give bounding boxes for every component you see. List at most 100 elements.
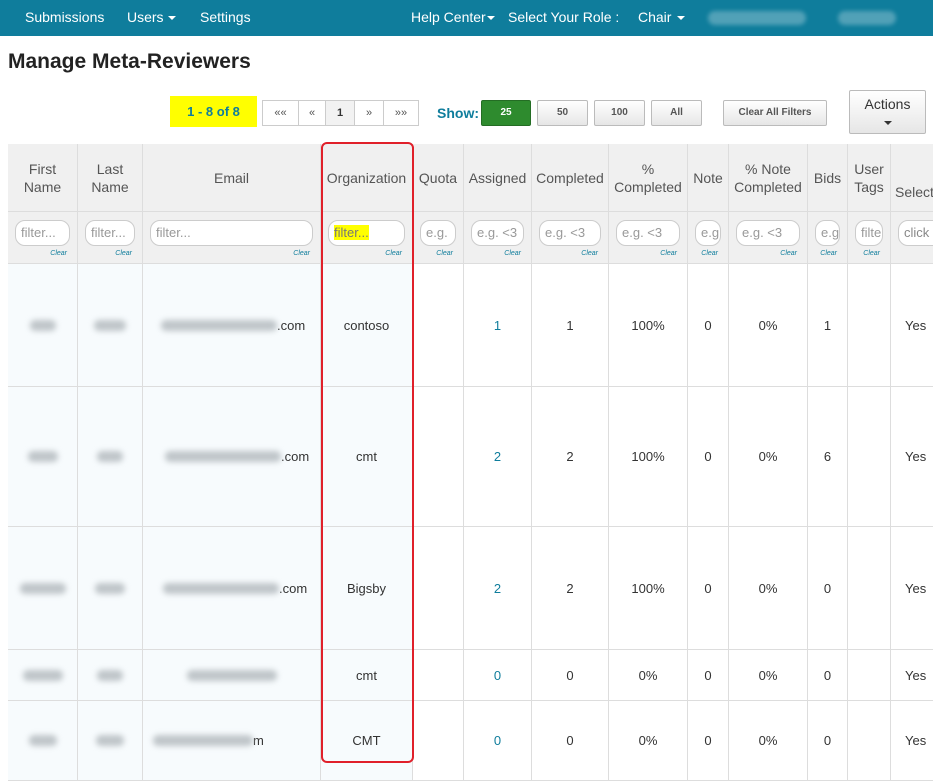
nav-users[interactable]: Users bbox=[127, 9, 176, 25]
clear-all-filters-button[interactable]: Clear All Filters bbox=[723, 100, 827, 126]
pager-last-button[interactable]: »» bbox=[383, 100, 419, 126]
filter-input-bids[interactable]: e.g bbox=[815, 220, 840, 246]
redacted-email bbox=[187, 669, 277, 681]
filter-input-user-tags[interactable]: filte bbox=[855, 220, 883, 246]
cell-last-name bbox=[78, 264, 143, 387]
cell-assigned[interactable]: 2 bbox=[464, 527, 532, 650]
cell-user-tags bbox=[848, 650, 891, 701]
cell-pct-note-completed: 0% bbox=[729, 701, 808, 781]
nav-settings[interactable]: Settings bbox=[200, 9, 251, 25]
role-dropdown[interactable]: Chair bbox=[638, 9, 686, 25]
filter-input-quota[interactable]: e.g. bbox=[420, 220, 456, 246]
filter-cell-email: filter... Clear bbox=[143, 212, 321, 264]
value-assigned[interactable]: 2 bbox=[494, 449, 501, 464]
cell-assigned[interactable]: 2 bbox=[464, 387, 532, 527]
table-row[interactable]: .com cmt 2 2 100% 0 0% 6 Yes bbox=[8, 387, 933, 527]
clear-filter-link[interactable]: Clear bbox=[863, 250, 880, 257]
table-row[interactable]: m CMT 0 0 0% 0 0% 0 Yes bbox=[8, 701, 933, 781]
filter-input-last-name[interactable]: filter... bbox=[85, 220, 135, 246]
show-100-button[interactable]: 100 bbox=[594, 100, 645, 126]
pager-next-button[interactable]: » bbox=[354, 100, 384, 126]
filter-input-assigned[interactable]: e.g. <3 bbox=[471, 220, 524, 246]
column-header-assigned[interactable]: Assigned bbox=[464, 144, 532, 212]
cell-bids: 0 bbox=[808, 650, 848, 701]
cell-assigned[interactable]: 0 bbox=[464, 650, 532, 701]
show-25-button[interactable]: 25 bbox=[481, 100, 531, 126]
nav-help-center-label: Help Center bbox=[411, 9, 486, 25]
redacted-email bbox=[165, 451, 281, 462]
cell-first-name bbox=[8, 387, 78, 527]
filter-cell-bids: e.g Clear bbox=[808, 212, 848, 264]
cell-quota bbox=[413, 650, 464, 701]
table-row[interactable]: cmt 0 0 0% 0 0% 0 Yes bbox=[8, 650, 933, 701]
column-header-quota[interactable]: Quota bbox=[413, 144, 464, 212]
clear-filter-link[interactable]: Clear bbox=[50, 250, 67, 257]
value-assigned[interactable]: 2 bbox=[494, 581, 501, 596]
column-header-last-name[interactable]: Last Name bbox=[78, 144, 143, 212]
value-bids: 0 bbox=[823, 733, 832, 748]
table-row[interactable]: .com contoso 1 1 100% 0 0% 1 Yes bbox=[8, 264, 933, 387]
pager-prev-button[interactable]: « bbox=[298, 100, 326, 126]
column-header-pct-note-completed[interactable]: % Note Completed bbox=[729, 144, 808, 212]
column-header-select[interactable]: Select bbox=[891, 144, 933, 212]
cell-pct-note-completed: 0% bbox=[729, 387, 808, 527]
role-dropdown-label: Chair bbox=[638, 9, 672, 25]
pager-page-1[interactable]: 1 bbox=[325, 100, 355, 126]
column-header-email[interactable]: Email bbox=[143, 144, 321, 212]
filter-input-note[interactable]: e.g bbox=[695, 220, 721, 246]
value-pct-completed: 100% bbox=[631, 317, 665, 333]
value-select: Yes bbox=[905, 733, 927, 748]
clear-filter-link[interactable]: Clear bbox=[581, 250, 598, 257]
show-50-button[interactable]: 50 bbox=[537, 100, 588, 126]
value-assigned[interactable]: 0 bbox=[494, 733, 501, 748]
chevron-down-icon bbox=[883, 121, 892, 125]
column-header-completed[interactable]: Completed bbox=[532, 144, 609, 212]
chevron-down-icon bbox=[677, 16, 686, 21]
cell-assigned[interactable]: 1 bbox=[464, 264, 532, 387]
filter-cell-quota: e.g. Clear bbox=[413, 212, 464, 264]
column-header-user-tags[interactable]: User Tags bbox=[848, 144, 891, 212]
column-header-note[interactable]: Note bbox=[688, 144, 729, 212]
clear-filter-link[interactable]: Clear bbox=[293, 250, 310, 257]
nav-help-center[interactable]: Help Center bbox=[411, 9, 495, 25]
cell-assigned[interactable]: 0 bbox=[464, 701, 532, 781]
filter-input-pct-note-completed[interactable]: e.g. <3 bbox=[736, 220, 800, 246]
filter-cell-first-name: filter... Clear bbox=[8, 212, 78, 264]
value-assigned[interactable]: 0 bbox=[494, 668, 501, 683]
filter-input-completed[interactable]: e.g. <3 bbox=[539, 220, 601, 246]
clear-filter-link[interactable]: Clear bbox=[436, 250, 453, 257]
clear-filter-link[interactable]: Clear bbox=[780, 250, 797, 257]
value-pct-completed: 100% bbox=[631, 449, 665, 464]
page-title: Manage Meta-Reviewers bbox=[8, 50, 251, 73]
filter-input-select[interactable]: click bbox=[898, 220, 933, 246]
column-header-pct-completed[interactable]: % Completed bbox=[609, 144, 688, 212]
value-assigned[interactable]: 1 bbox=[494, 318, 501, 333]
cell-first-name bbox=[8, 264, 78, 387]
cell-email bbox=[143, 650, 321, 701]
filter-input-email[interactable]: filter... bbox=[150, 220, 313, 246]
redacted-first-name bbox=[22, 669, 63, 681]
pager-first-button[interactable]: «« bbox=[262, 100, 299, 126]
redacted-user-info bbox=[708, 11, 806, 25]
redacted-user-menu[interactable] bbox=[838, 11, 896, 25]
show-label: Show: bbox=[437, 105, 479, 121]
show-all-button[interactable]: All bbox=[651, 100, 702, 126]
table-row[interactable]: .com Bigsby 2 2 100% 0 0% 0 Yes bbox=[8, 527, 933, 650]
cell-email: .com bbox=[143, 387, 321, 527]
value-completed: 0 bbox=[566, 733, 574, 748]
clear-filter-link[interactable]: Clear bbox=[701, 250, 718, 257]
column-header-bids[interactable]: Bids bbox=[808, 144, 848, 212]
filter-cell-assigned: e.g. <3 Clear bbox=[464, 212, 532, 264]
clear-filter-link[interactable]: Clear bbox=[504, 250, 521, 257]
nav-submissions[interactable]: Submissions bbox=[25, 9, 104, 25]
clear-filter-link[interactable]: Clear bbox=[115, 250, 132, 257]
filter-input-first-name[interactable]: filter... bbox=[15, 220, 70, 246]
clear-filter-link[interactable]: Clear bbox=[660, 250, 677, 257]
clear-filter-link[interactable]: Clear bbox=[820, 250, 837, 257]
column-header-first-name[interactable]: First Name bbox=[8, 144, 78, 212]
cell-select: Yes bbox=[891, 701, 933, 781]
value-bids: 0 bbox=[823, 580, 832, 596]
cell-pct-note-completed: 0% bbox=[729, 527, 808, 650]
actions-dropdown[interactable]: Actions bbox=[849, 90, 926, 134]
filter-input-pct-completed[interactable]: e.g. <3 bbox=[616, 220, 680, 246]
